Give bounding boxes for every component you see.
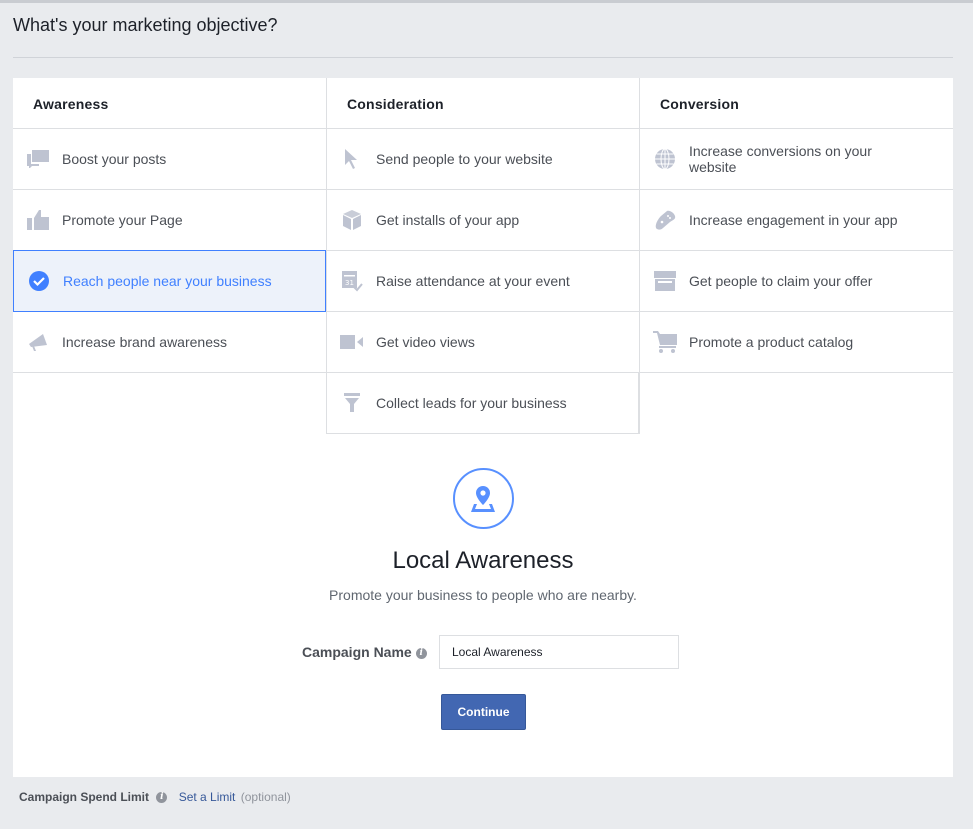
funnel-icon [340,392,364,414]
objective-label: Raise attendance at your event [376,273,570,289]
objective-label: Increase conversions on your website [689,143,872,175]
cube-icon [340,209,364,231]
campaign-name-label: Campaign Name i [302,644,427,660]
detail-title: Local Awareness [392,547,574,574]
objective-promote-page[interactable]: Promote your Page [13,190,326,251]
title-divider [13,57,953,58]
info-icon[interactable]: i [415,647,427,659]
objective-app-installs[interactable]: Get installs of your app [327,190,639,251]
column-conversion: Conversion Increase conversions on your … [639,78,953,434]
check-circle-icon [27,270,51,292]
objective-label: Get video views [376,334,475,350]
megaphone-icon [26,331,50,353]
campaign-name-row: Campaign Name i [13,635,953,669]
objective-grid: Awareness Boost your posts Promote your … [13,78,953,434]
objective-label: Get people to claim your offer [689,273,873,289]
calendar-icon: 31 [340,270,364,292]
objective-conversions[interactable]: Increase conversions on your website [640,129,953,190]
thumbs-up-icon [26,209,50,231]
objective-label: Increase engagement in your app [689,212,898,228]
objective-detail: Local Awareness Promote your business to… [13,468,953,603]
column-heading: Conversion [640,78,953,129]
shopping-cart-icon [653,331,677,353]
svg-text:31: 31 [345,279,354,287]
objective-label: Promote a product catalog [689,334,854,350]
objective-label: Boost your posts [62,151,167,167]
column-consideration: Consideration Send people to your websit… [326,78,639,434]
objective-label: Get installs of your app [376,212,520,228]
optional-text: (optional) [240,790,291,804]
objective-offer-claims[interactable]: Get people to claim your offer [640,251,953,312]
video-camera-icon [340,331,364,353]
globe-icon [653,148,677,170]
gamepad-icon [653,209,677,231]
column-awareness: Awareness Boost your posts Promote your … [13,78,326,434]
objective-product-catalog[interactable]: Promote a product catalog [640,312,953,373]
objective-label: Send people to your website [376,151,553,167]
objective-label: Reach people near your business [63,273,272,289]
speech-bubbles-icon [26,148,50,170]
map-pin-icon [452,468,514,529]
objective-label: Collect leads for your business [376,395,567,411]
page-title: What's your marketing objective? [13,15,278,35]
objective-event-responses[interactable]: 31 Raise attendance at your event [327,251,639,312]
campaign-name-label-text: Campaign Name [302,644,412,660]
set-limit-link[interactable]: Set a Limit [179,790,236,804]
objective-video-views[interactable]: Get video views [327,312,639,373]
continue-button[interactable]: Continue [441,694,526,730]
objective-lead-generation[interactable]: Collect leads for your business [327,373,639,434]
objective-label: Promote your Page [62,212,183,228]
objective-panel: Awareness Boost your posts Promote your … [13,78,953,777]
info-icon[interactable]: i [156,792,168,804]
cursor-icon [340,148,364,170]
spend-limit-footer: Campaign Spend Limit i Set a Limit (opti… [19,790,291,804]
spend-limit-label: Campaign Spend Limit [19,790,150,804]
objective-reach-nearby[interactable]: Reach people near your business [13,250,326,312]
column-heading: Awareness [13,78,326,129]
campaign-name-input[interactable] [439,635,679,669]
storefront-icon [653,270,677,292]
column-heading: Consideration [327,78,639,129]
objective-label: Increase brand awareness [62,334,227,350]
detail-description: Promote your business to people who are … [329,587,637,603]
objective-boost-posts[interactable]: Boost your posts [13,129,326,190]
objective-app-engagement[interactable]: Increase engagement in your app [640,190,953,251]
objective-brand-awareness[interactable]: Increase brand awareness [13,312,326,373]
objective-traffic[interactable]: Send people to your website [327,129,639,190]
